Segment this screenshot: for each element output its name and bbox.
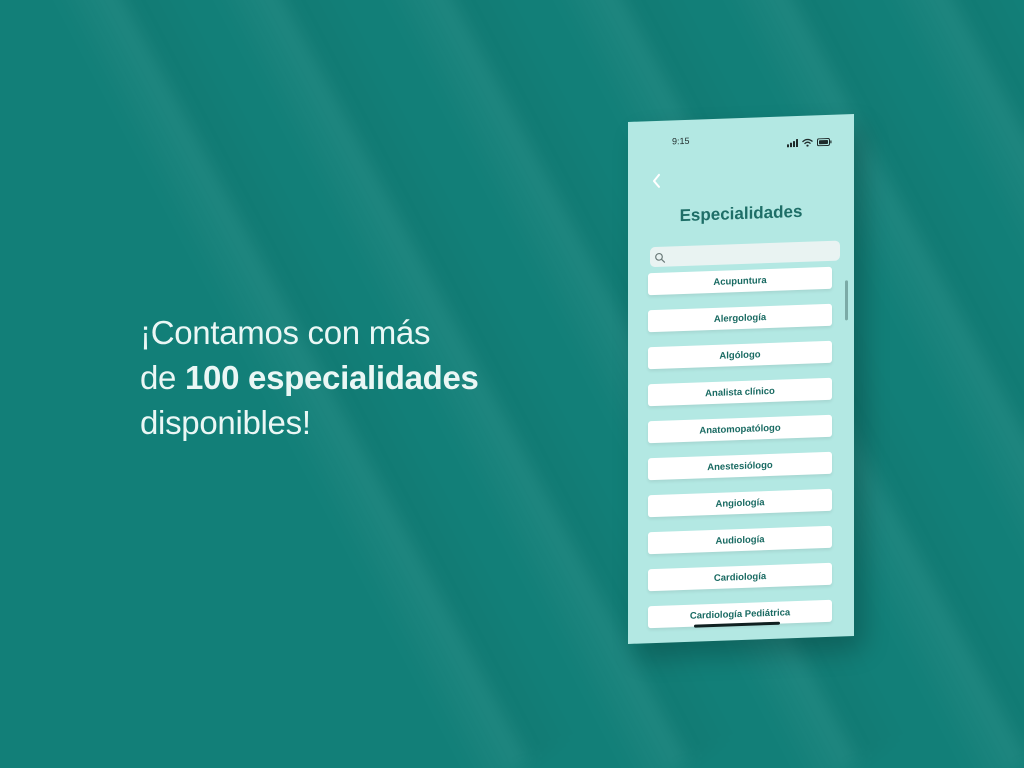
specialty-item[interactable]: Cardiología <box>648 562 832 592</box>
search-icon <box>654 251 666 263</box>
signal-icon <box>787 134 798 152</box>
specialty-item[interactable]: Analista clínico <box>648 377 832 407</box>
phone-screen: 9:15 Especialidades Acupuntura Alergolog… <box>628 114 854 644</box>
specialty-item[interactable]: Anatomopatólogo <box>648 414 832 444</box>
status-icons <box>787 133 832 153</box>
specialty-item[interactable]: Acupuntura <box>648 266 832 296</box>
headline-line-2-bold: 100 especialidades <box>184 359 479 396</box>
headline-line-2: de 100 especialidades <box>140 355 560 400</box>
specialty-item[interactable]: Anestesiólogo <box>648 451 832 481</box>
back-button[interactable] <box>650 173 664 189</box>
chevron-left-icon <box>653 173 660 188</box>
screen-title: Especialidades <box>679 201 803 226</box>
specialty-item[interactable]: Angiología <box>648 488 832 518</box>
status-time: 9:15 <box>672 135 690 147</box>
headline: ¡Contamos con más de 100 especialidades … <box>140 310 560 445</box>
status-bar: 9:15 <box>628 130 854 154</box>
headline-line-3: disponibles! <box>140 404 311 441</box>
scrollbar[interactable] <box>845 280 848 321</box>
wifi-icon <box>802 133 813 151</box>
phone-mockup: 9:15 Especialidades Acupuntura Alergolog… <box>628 114 854 644</box>
search-input[interactable] <box>650 240 840 268</box>
specialty-item[interactable]: Alergología <box>648 303 832 333</box>
specialty-item[interactable]: Algólogo <box>648 340 832 370</box>
specialties-list: Acupuntura Alergología Algólogo Analista… <box>648 266 832 643</box>
specialty-item[interactable]: Audiología <box>648 525 832 555</box>
headline-line-2-prefix: de <box>140 359 185 396</box>
battery-icon <box>817 133 832 152</box>
headline-line-1: ¡Contamos con más <box>140 314 431 351</box>
